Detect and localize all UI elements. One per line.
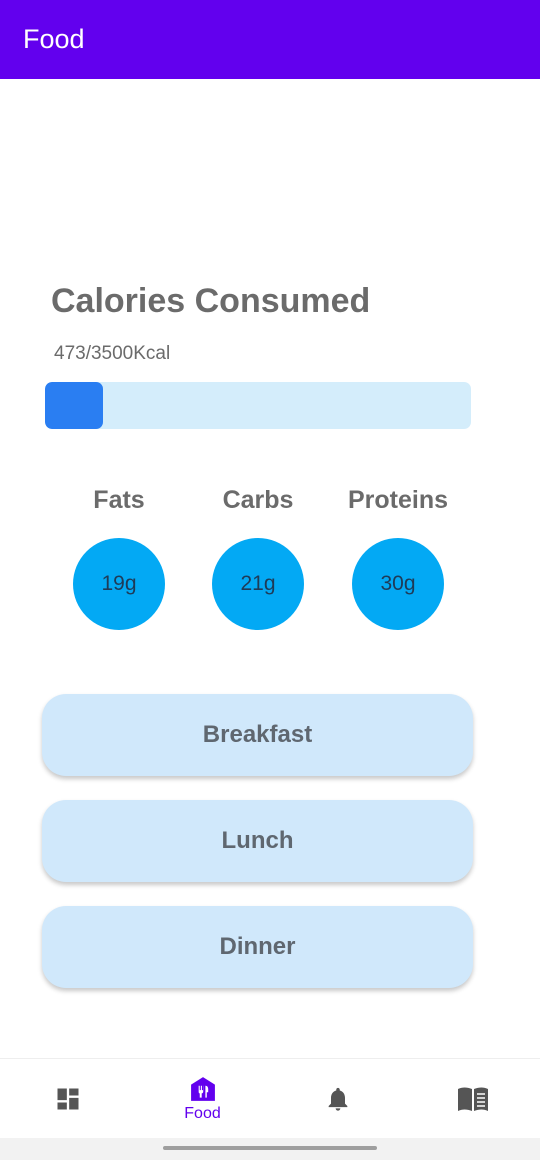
calories-progress-bar [45, 382, 471, 429]
dinner-button[interactable]: Dinner [42, 906, 473, 988]
macro-fats: Fats 19g [49, 486, 189, 630]
system-gesture-area [0, 1138, 540, 1160]
macro-proteins-label: Proteins [347, 486, 449, 514]
macro-proteins: Proteins 30g [328, 486, 468, 630]
macro-fats-label: Fats [93, 486, 145, 514]
nav-item-food[interactable]: Food [135, 1059, 270, 1139]
macro-fats-value: 19g [73, 538, 165, 630]
nav-item-notifications[interactable] [270, 1059, 405, 1139]
calories-title: Calories Consumed [51, 282, 371, 320]
breakfast-button[interactable]: Breakfast [42, 694, 473, 776]
macro-proteins-value: 30g [352, 538, 444, 630]
nav-item-diary[interactable] [405, 1059, 540, 1139]
macro-carbs: Carbs 21g [188, 486, 328, 630]
bottom-navigation: Food [0, 1058, 540, 1138]
notifications-icon [328, 1087, 347, 1111]
app-bar-title: Food [23, 24, 85, 54]
gesture-handle[interactable] [163, 1146, 377, 1150]
macro-carbs-value: 21g [212, 538, 304, 630]
calories-progress-fill [45, 382, 103, 429]
dashboard-icon [57, 1088, 78, 1110]
nav-item-food-label: Food [184, 1104, 221, 1122]
nav-item-dashboard[interactable] [0, 1059, 135, 1139]
app-bar: Food [0, 0, 540, 79]
book-icon [457, 1087, 488, 1111]
lunch-button[interactable]: Lunch [42, 800, 473, 882]
macro-carbs-label: Carbs [222, 486, 294, 514]
restaurant-icon [190, 1076, 215, 1101]
calories-value: 473/3500Kcal [54, 343, 171, 364]
